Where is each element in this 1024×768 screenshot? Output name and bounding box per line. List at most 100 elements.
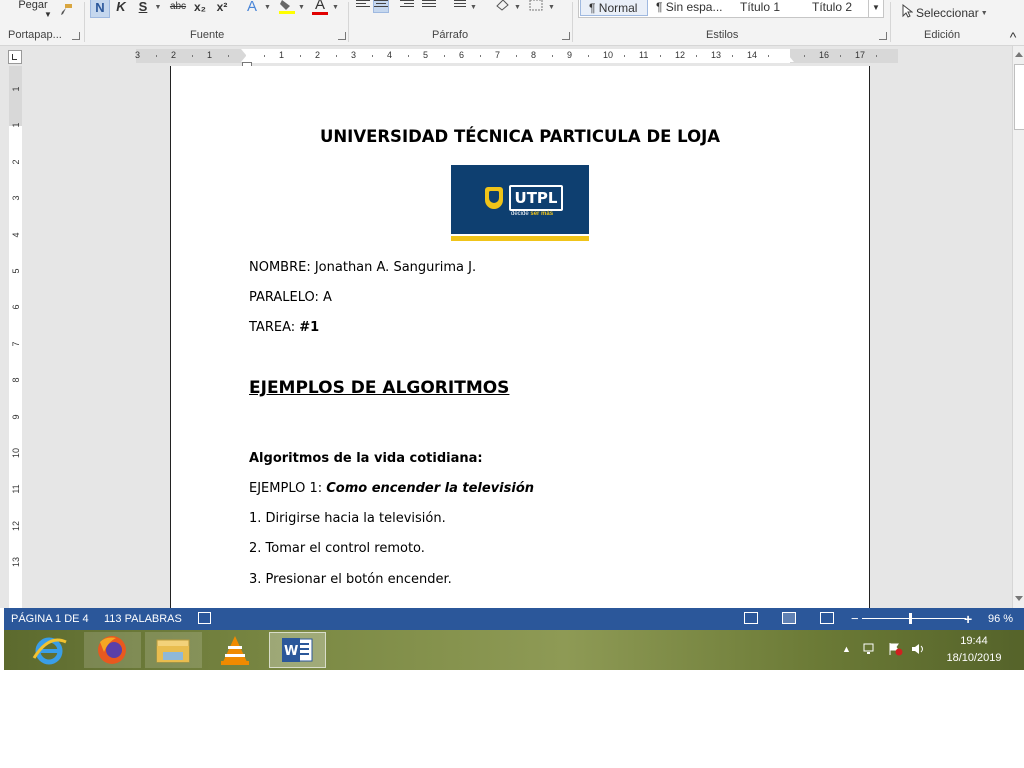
zoom-level[interactable]: 96 % [988, 608, 1013, 630]
superscript-button[interactable]: x² [214, 0, 230, 16]
name-line[interactable]: NOMBRE: Jonathan A. Sangurima J. [249, 260, 476, 275]
line-spacing-caret-icon[interactable]: ▼ [468, 0, 477, 16]
clipboard-launcher-icon[interactable] [72, 32, 80, 40]
web-layout-icon[interactable] [820, 612, 834, 624]
taskbar-word[interactable]: W [269, 632, 326, 668]
underline-caret-icon[interactable]: ▼ [152, 0, 162, 16]
list-item[interactable]: 3. Presionar el botón encender. [249, 572, 452, 587]
align-center-icon[interactable] [373, 0, 389, 13]
font-color-button[interactable]: A [312, 0, 328, 15]
vertical-scrollbar[interactable] [1012, 46, 1024, 608]
proofing-icon[interactable] [198, 612, 211, 624]
borders-caret-icon[interactable]: ▼ [546, 0, 555, 16]
ruler-tick-label: 10 [603, 50, 614, 60]
ruler-tick [588, 55, 589, 57]
example-line[interactable]: EJEMPLO 1: Como encender la televisión [249, 481, 534, 496]
ruler-tick-label: 5 [11, 268, 21, 274]
paragraph-launcher-icon[interactable] [562, 32, 570, 40]
underline-button[interactable]: S [136, 0, 150, 16]
action-center-flag-icon[interactable] [887, 642, 903, 659]
document-canvas[interactable]: UNIVERSIDAD TÉCNICA PARTICULA DE LOJA UT… [30, 66, 1012, 608]
ruler-tick [264, 55, 265, 57]
scroll-thumb[interactable] [1014, 64, 1024, 130]
highlight-caret-icon[interactable]: ▼ [296, 0, 305, 16]
ruler-tick-label: 11 [639, 50, 649, 60]
show-hidden-icons-icon[interactable]: ▲ [842, 644, 851, 654]
justify-icon[interactable] [422, 0, 436, 12]
print-layout-icon[interactable] [782, 612, 796, 624]
ruler-tick-label: 12 [675, 50, 686, 60]
style-heading-2[interactable]: Título 2 [812, 0, 868, 16]
line-spacing-icon[interactable] [452, 0, 466, 12]
ruler-tick-label: 14 [747, 50, 758, 60]
strikethrough-button[interactable]: abc [167, 0, 189, 16]
taskbar-file-explorer[interactable] [145, 632, 202, 668]
ruler-tick-label: 13 [11, 557, 21, 568]
ruler-tick-label: 6 [459, 50, 465, 60]
format-painter-icon[interactable] [58, 2, 74, 20]
ribbon-separator [890, 2, 891, 42]
clock-date[interactable]: 18/10/2019 [939, 652, 1009, 664]
borders-icon[interactable] [528, 0, 544, 16]
align-right-icon[interactable] [400, 0, 414, 12]
document-page[interactable]: UNIVERSIDAD TÉCNICA PARTICULA DE LOJA UT… [170, 66, 870, 608]
section-heading[interactable]: EJEMPLOS DE ALGORITMOS [249, 378, 509, 398]
parallel-line[interactable]: PARALELO: A [249, 290, 332, 305]
style-no-spacing[interactable]: ¶ Sin espa... [656, 0, 728, 16]
zoom-slider[interactable] [862, 618, 966, 619]
shading-caret-icon[interactable]: ▼ [512, 0, 521, 16]
scroll-up-icon[interactable] [1015, 52, 1023, 57]
taskbar-internet-explorer[interactable] [22, 632, 79, 668]
ruler-tick [228, 55, 229, 57]
styles-more-icon[interactable]: ▼ [868, 0, 884, 18]
ruler-tick-label: 12 [11, 520, 21, 531]
tab-selector-icon[interactable] [8, 50, 22, 64]
text-effects-button[interactable]: A [244, 0, 260, 16]
vlc-icon [221, 636, 249, 665]
read-mode-icon[interactable] [744, 612, 758, 624]
page-indicator[interactable]: PÁGINA 1 DE 4 [11, 608, 89, 630]
ruler-tick [552, 55, 553, 57]
example-label: EJEMPLO 1: [249, 481, 327, 496]
align-left-icon[interactable] [356, 0, 370, 12]
document-title[interactable]: UNIVERSIDAD TÉCNICA PARTICULA DE LOJA [171, 127, 869, 146]
editing-group-label: Edición [924, 29, 961, 41]
list-item[interactable]: 1. Dirigirse hacia la televisión. [249, 511, 446, 526]
list-item[interactable]: 2. Tomar el control remoto. [249, 541, 425, 556]
paste-caret-icon[interactable]: ▼ [44, 6, 52, 24]
taskbar-firefox[interactable] [84, 632, 141, 668]
ribbon-separator [572, 2, 573, 42]
style-heading-1[interactable]: Título 1 [740, 0, 796, 16]
task-line[interactable]: TAREA: #1 [249, 320, 319, 335]
collapse-ribbon-icon[interactable]: ^ [1006, 28, 1020, 46]
vertical-ruler-area: 1 1 2 3 4 5 6 7 8 9 10 11 12 13 [0, 66, 30, 608]
select-button[interactable]: Seleccionar ▼ [916, 4, 988, 22]
utpl-logo-image[interactable]: UTPL decide ser más [451, 165, 589, 241]
zoom-out-button[interactable]: − [851, 608, 859, 630]
example-title: Como encender la televisión [326, 481, 535, 496]
volume-icon[interactable] [910, 642, 926, 659]
subscript-button[interactable]: x₂ [192, 0, 208, 16]
font-launcher-icon[interactable] [338, 32, 346, 40]
font-color-caret-icon[interactable]: ▼ [330, 0, 339, 16]
highlight-color-button[interactable] [278, 0, 296, 16]
ruler-tick-label: 1 [11, 122, 21, 128]
vertical-ruler[interactable]: 1 1 2 3 4 5 6 7 8 9 10 11 12 13 [9, 66, 22, 608]
taskbar-vlc[interactable] [207, 632, 264, 668]
section-title[interactable]: Algoritmos de la vida cotidiana: [249, 451, 483, 466]
clock-time[interactable]: 19:44 [944, 635, 1004, 647]
network-icon[interactable] [862, 642, 878, 659]
right-indent-marker[interactable] [784, 56, 794, 62]
style-normal[interactable]: ¶ Normal [580, 0, 648, 16]
first-line-indent-marker[interactable] [241, 49, 251, 55]
shading-icon[interactable] [494, 0, 512, 16]
scroll-down-icon[interactable] [1015, 596, 1023, 601]
zoom-in-button[interactable]: + [964, 608, 972, 630]
text-effects-caret-icon[interactable]: ▼ [262, 0, 271, 16]
bold-button[interactable]: N [90, 0, 110, 18]
word-count[interactable]: 113 PALABRAS [104, 608, 182, 630]
ruler-top-margin [9, 66, 22, 126]
zoom-slider-thumb[interactable] [909, 613, 912, 624]
italic-button[interactable]: K [114, 0, 128, 16]
styles-launcher-icon[interactable] [879, 32, 887, 40]
